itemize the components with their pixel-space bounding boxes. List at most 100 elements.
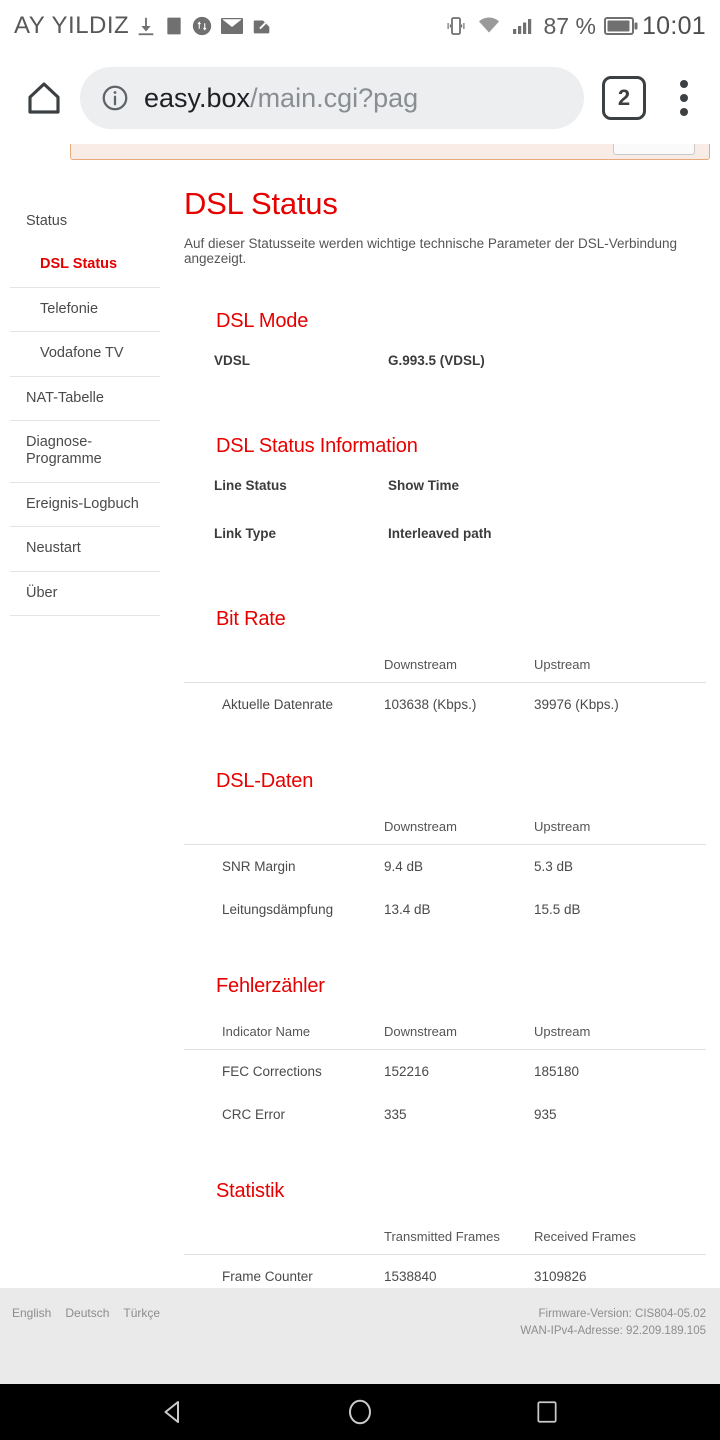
- language-links: English Deutsch Türkçe: [12, 1306, 160, 1320]
- android-status-bar: AY YILDIZ 87 % 10:01: [0, 0, 720, 52]
- more-vertical-icon-dot: [680, 94, 688, 102]
- table-header-row: Downstream Upstream: [184, 813, 706, 845]
- url-bar[interactable]: easy.box/main.cgi?pag: [80, 67, 584, 129]
- cell-upstream: 935: [534, 1107, 557, 1122]
- table-header-row: Downstream Upstream: [184, 651, 706, 683]
- sidebar-item-neustart[interactable]: Neustart: [10, 527, 160, 572]
- sidebar-item-vodafone-tv[interactable]: Vodafone TV: [10, 332, 160, 377]
- download-icon: [138, 17, 154, 36]
- url-host: easy.box: [144, 82, 251, 113]
- language-link-turkce[interactable]: Türkçe: [123, 1306, 160, 1320]
- sidebar-item-nat-tabelle[interactable]: NAT-Tabelle: [10, 377, 160, 421]
- table-bit-rate: Downstream Upstream Aktuelle Datenrate 1…: [184, 651, 706, 726]
- table-row: FEC Corrections 152216 185180: [184, 1050, 706, 1094]
- col-header-upstream: Upstream: [534, 1018, 706, 1050]
- table-header-row: Indicator Name Downstream Upstream: [184, 1018, 706, 1050]
- nav-home-button[interactable]: [333, 1385, 387, 1439]
- sidebar-item-ereignis-logbuch[interactable]: Ereignis-Logbuch: [10, 483, 160, 528]
- section-statistik: Statistik Transmitted Frames Received Fr…: [184, 1180, 706, 1298]
- info-icon[interactable]: [100, 83, 130, 113]
- language-link-deutsch[interactable]: Deutsch: [65, 1306, 109, 1320]
- battery-percent-label: 87 %: [543, 12, 596, 39]
- page-title: DSL Status: [184, 186, 338, 221]
- section-title-statistik: Statistik: [216, 1180, 285, 1202]
- firmware-version-label: Firmware-Version: CIS804-05.02: [538, 1308, 706, 1320]
- section-title-status-information: DSL Status Information: [216, 435, 418, 457]
- android-nav-bar: [0, 1384, 720, 1440]
- firmware-info: Firmware-Version: CIS804-05.02 WAN-IPv4-…: [520, 1306, 706, 1339]
- battery-icon: [603, 17, 638, 35]
- vibrate-icon: [447, 17, 464, 35]
- status-right-icons: 87 %: [444, 13, 638, 40]
- col-header-name: [184, 651, 384, 683]
- row-label: VDSL: [214, 353, 251, 368]
- cell-downstream: 9.4 dB: [384, 859, 424, 874]
- section-title-fehlerzaehler: Fehlerzähler: [216, 975, 325, 997]
- table-row: SNR Margin 9.4 dB 5.3 dB: [184, 845, 706, 889]
- notification-banner-button[interactable]: [613, 144, 695, 155]
- web-page-viewport: Status DSL Status Telefonie Vodafone TV …: [0, 144, 720, 1384]
- sidebar-item-status[interactable]: Status: [10, 200, 160, 243]
- cell-upstream: 15.5 dB: [534, 902, 581, 917]
- cell-downstream: 13.4 dB: [384, 902, 431, 917]
- home-button[interactable]: [16, 70, 72, 126]
- cell-label: Aktuelle Datenrate: [222, 697, 334, 712]
- row-link-type: Link Type Interleaved path: [184, 526, 706, 541]
- col-header-downstream: Downstream: [384, 813, 534, 845]
- row-label: Link Type: [214, 526, 277, 541]
- back-triangle-icon: [164, 1401, 180, 1423]
- carrier-label: AY YILDIZ: [14, 12, 130, 39]
- row-value: G.993.5 (VDSL): [388, 353, 485, 368]
- col-header-name: [184, 813, 384, 845]
- sidebar-navigation: Status DSL Status Telefonie Vodafone TV …: [0, 178, 160, 1308]
- row-line-status: Line Status Show Time: [184, 478, 706, 493]
- section-title-dsl-mode: DSL Mode: [216, 310, 309, 332]
- section-dsl-status-information: DSL Status Information Line Status Show …: [184, 435, 706, 541]
- data-transfer-icon: [193, 16, 212, 36]
- cell-label: Leitungsdämpfung: [222, 902, 334, 917]
- square-icon: [167, 17, 181, 35]
- sidebar-item-ueber[interactable]: Über: [10, 572, 160, 616]
- col-header-downstream: Downstream: [384, 651, 534, 683]
- table-dsl-daten: Downstream Upstream SNR Margin 9.4 dB 5.…: [184, 813, 706, 931]
- page-body: Status DSL Status Telefonie Vodafone TV …: [0, 144, 720, 1308]
- status-left-icons: [135, 14, 273, 38]
- table-header-row: Transmitted Frames Received Frames: [184, 1223, 706, 1255]
- table-body: SNR Margin 9.4 dB 5.3 dB Leitungsdämpfun…: [184, 845, 706, 932]
- row-value: Show Time: [388, 478, 460, 493]
- cell-downstream: 335: [384, 1107, 407, 1122]
- table-header: Indicator Name Downstream Upstream: [184, 1018, 706, 1050]
- tab-counter-button[interactable]: 2: [602, 76, 646, 120]
- table-header: Downstream Upstream: [184, 813, 706, 845]
- cell-label: SNR Margin: [222, 859, 296, 874]
- cell-upstream: 39976 (Kbps.): [534, 697, 619, 712]
- table-body: FEC Corrections 152216 185180 CRC Error …: [184, 1050, 706, 1137]
- main-content: DSL Status Auf dieser Statusseite werden…: [160, 178, 720, 1308]
- page-footer: English Deutsch Türkçe Firmware-Version:…: [0, 1288, 720, 1384]
- section-bit-rate: Bit Rate Downstream Upstream Aktuelle Da…: [184, 608, 706, 726]
- row-vdsl: VDSL G.993.5 (VDSL): [184, 353, 706, 368]
- section-title-dsl-daten: DSL-Daten: [216, 770, 314, 792]
- url-path: /main.cgi?pag: [250, 82, 419, 113]
- col-header-upstream: Upstream: [534, 651, 706, 683]
- table-header: Downstream Upstream: [184, 651, 706, 683]
- sidebar-item-dsl-status[interactable]: DSL Status: [10, 243, 160, 288]
- col-header-name: [184, 1223, 384, 1255]
- nav-recents-button[interactable]: [520, 1385, 574, 1439]
- language-link-english[interactable]: English: [12, 1306, 51, 1320]
- cell-upstream: 5.3 dB: [534, 859, 574, 874]
- sidebar-item-telefonie[interactable]: Telefonie: [10, 288, 160, 333]
- more-vertical-icon-dot: [680, 80, 688, 88]
- nav-back-button[interactable]: [146, 1385, 200, 1439]
- cell-label: FEC Corrections: [222, 1064, 322, 1079]
- browser-toolbar: easy.box/main.cgi?pag 2: [0, 52, 720, 144]
- section-title-bit-rate: Bit Rate: [216, 608, 286, 630]
- col-header-upstream: Upstream: [534, 813, 706, 845]
- browser-menu-button[interactable]: [664, 74, 704, 122]
- recents-square-icon: [537, 1401, 557, 1423]
- sidebar-item-diagnose-programme[interactable]: Diagnose-Programme: [10, 421, 160, 483]
